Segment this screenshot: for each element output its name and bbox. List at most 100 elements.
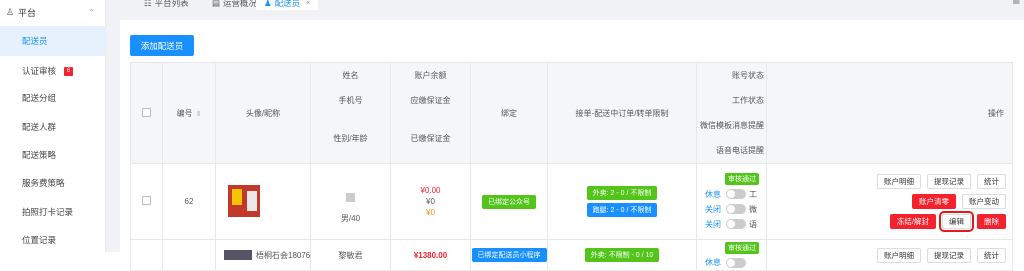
- tab-platform-list[interactable]: ☷ 平台列表: [136, 0, 197, 10]
- add-courier-button[interactable]: 添加配送员: [130, 35, 194, 56]
- row-gender-age: 男/40: [340, 214, 361, 223]
- row-id: [162, 239, 216, 271]
- row-deposit-due: ¥0: [426, 197, 435, 206]
- sidebar-item-photo-checkin[interactable]: 拍照打卡记录: [0, 197, 106, 227]
- col-deposit-paid: 已缴保证金: [410, 133, 451, 143]
- main-content: 添加配送员 编号 ⇕ 头像/昵称 姓名 手机号 性别/年龄 账户余额 应缴保证金…: [106, 14, 1024, 271]
- voice-toggle[interactable]: [726, 219, 746, 229]
- sidebar-item-label: 配送人群: [22, 122, 57, 132]
- sidebar-item-label: 配送员: [22, 36, 48, 46]
- sidebar-group-platform[interactable]: ♙ 平台 ⌃: [0, 0, 105, 24]
- voice-label: 关闭: [705, 219, 721, 229]
- panel: 添加配送员 编号 ⇕ 头像/昵称 姓名 手机号 性别/年龄 账户余额 应缴保证金…: [120, 20, 1024, 271]
- col-acct-status: 账号状态: [732, 71, 764, 80]
- sidebar-item-label: 拍照打卡记录: [22, 207, 74, 217]
- col-ops-label: 操作: [988, 108, 1004, 118]
- row-name: 黎敏君: [310, 239, 391, 271]
- table-row: 62 男/40 ¥0.00 ¥0 ¥0 已绑定公众号 外卖: 2 - 0 / 不…: [130, 163, 1013, 240]
- withdraw-records-button[interactable]: 提现记录: [927, 174, 971, 189]
- sort-icon[interactable]: ⇕: [196, 111, 202, 118]
- withdraw-records-button[interactable]: 提现记录: [927, 247, 971, 263]
- avatar: [228, 184, 260, 217]
- sidebar-item-label: 配送策略: [22, 150, 57, 160]
- tab-label: 配送员: [274, 0, 301, 8]
- sidebar-item-crowd[interactable]: 配送人群: [0, 112, 106, 142]
- col-voice: 语音电话提醒: [716, 146, 764, 155]
- wx-tpl-label: 关闭: [705, 204, 721, 214]
- row-ops-cell: 账户明细 提现记录 统计: [766, 239, 1013, 271]
- row-bind-cell: 已绑定配送员小程序: [470, 239, 548, 271]
- sidebar-item-fee-strategy[interactable]: 服务费策略: [0, 168, 106, 198]
- col-status-group: 账号状态 工作状态 微信模板消息提醒 语音电话提醒: [696, 62, 767, 164]
- chevron-up-icon: ⌃: [88, 7, 95, 17]
- sidebar-item-strategy[interactable]: 配送策略: [0, 140, 106, 170]
- sidebar: ♙ 平台 ⌃ 配送员 认证审核 6 配送分组 配送人群 配送策略 服务费策略 拍照…: [0, 0, 106, 252]
- clear-account-button[interactable]: 账户清零: [912, 194, 956, 209]
- sidebar-item-label: 认证审核: [22, 66, 57, 76]
- col-phone: 手机号: [338, 96, 363, 105]
- tab-couriers[interactable]: ♟ 配送员 ×: [256, 0, 319, 10]
- row-avatar-cell: [215, 163, 311, 240]
- col-gender-age: 性别/年龄: [333, 133, 368, 143]
- edit-button[interactable]: 编辑: [939, 211, 974, 232]
- sidebar-item-label: 配送分组: [22, 93, 57, 103]
- wx-tpl-trail: 微: [749, 204, 757, 214]
- voice-trail: 语: [749, 219, 757, 229]
- row-checkbox[interactable]: [142, 196, 151, 205]
- select-all-cell: [130, 62, 163, 164]
- sidebar-item-label: 位置记录: [22, 235, 57, 245]
- select-all-checkbox[interactable]: [142, 107, 151, 117]
- col-balance-group: 账户余额 应缴保证金 已缴保证金: [390, 62, 471, 164]
- account-detail-button[interactable]: 账户明细: [877, 174, 921, 189]
- sidebar-item-verification[interactable]: 认证审核 6: [0, 56, 106, 86]
- sidebar-item-couriers[interactable]: 配送员: [0, 26, 106, 56]
- user-icon: ♟: [264, 0, 272, 8]
- work-status-trail: 工: [749, 189, 757, 199]
- col-id[interactable]: 编号 ⇕: [162, 62, 216, 164]
- col-balance: 账户余额: [414, 71, 447, 80]
- col-bind: 绑定: [470, 62, 548, 164]
- freeze-toggle-button[interactable]: 冻结/解封: [889, 214, 936, 229]
- stats-button[interactable]: 统计: [977, 247, 1006, 263]
- row-balance-cell: ¥0.00 ¥0 ¥0: [390, 163, 471, 240]
- limit-takeout-tag: 外卖: 2 - 0 / 不限制: [586, 186, 658, 200]
- work-status-toggle[interactable]: [726, 189, 746, 199]
- list-icon: ☷: [144, 0, 152, 8]
- sidebar-group-label: 平台: [18, 7, 37, 18]
- row-status-cell: 审核通过 休息: [696, 239, 767, 271]
- table-row: 梧桐石会18076468 黎敏君 ¥1380.00 已绑定配送员小程序 外卖: …: [130, 239, 1013, 271]
- wx-tpl-toggle[interactable]: [726, 204, 746, 214]
- grid-icon[interactable]: ▦: [1012, 0, 1020, 5]
- col-work-status: 工作状态: [732, 96, 764, 105]
- limit-takeout-tag: 外卖: 不限制 - 0 / 10: [584, 248, 660, 262]
- sidebar-item-location[interactable]: 位置记录: [0, 225, 106, 255]
- delete-button[interactable]: 删除: [977, 214, 1006, 229]
- tab-label: 平台列表: [154, 0, 189, 8]
- row-limit-cell: 外卖: 不限制 - 0 / 10: [547, 239, 697, 271]
- row-id: 62: [162, 163, 216, 240]
- limit-errand-tag: 跑腿: 2 - 0 / 不限制: [586, 203, 658, 217]
- work-status-toggle[interactable]: [726, 257, 746, 268]
- sidebar-item-label: 服务费策略: [22, 178, 65, 188]
- col-wx-tpl: 微信模板消息提醒: [700, 121, 764, 130]
- work-status-label: 休息: [705, 258, 721, 267]
- row-profile-cell: 男/40: [310, 163, 391, 240]
- account-change-button[interactable]: 账户变动: [962, 194, 1006, 209]
- close-icon[interactable]: ×: [306, 0, 310, 7]
- sidebar-item-groups[interactable]: 配送分组: [0, 83, 106, 113]
- row-balance: ¥1380.00: [390, 239, 471, 271]
- col-name: 姓名: [342, 71, 359, 80]
- stats-button[interactable]: 统计: [977, 174, 1006, 189]
- account-detail-button[interactable]: 账户明细: [877, 247, 921, 263]
- audit-tag: 审核通过: [725, 173, 759, 185]
- row-deposit-paid: ¥0: [426, 208, 435, 217]
- tab-label: 运营概况: [223, 0, 258, 8]
- work-status-label: 休息: [705, 189, 721, 199]
- tab-bar: ☷ 平台列表 ▤ 运营概况 ♟ 配送员 × ▦: [106, 0, 1024, 14]
- col-avatar: 头像/昵称: [215, 62, 311, 164]
- placeholder-image: [346, 193, 355, 202]
- col-ops: 操作: [766, 62, 1013, 164]
- row-balance: ¥0.00: [420, 186, 441, 195]
- col-deposit-due: 应缴保证金: [410, 96, 451, 105]
- col-id-label: 编号: [176, 108, 193, 118]
